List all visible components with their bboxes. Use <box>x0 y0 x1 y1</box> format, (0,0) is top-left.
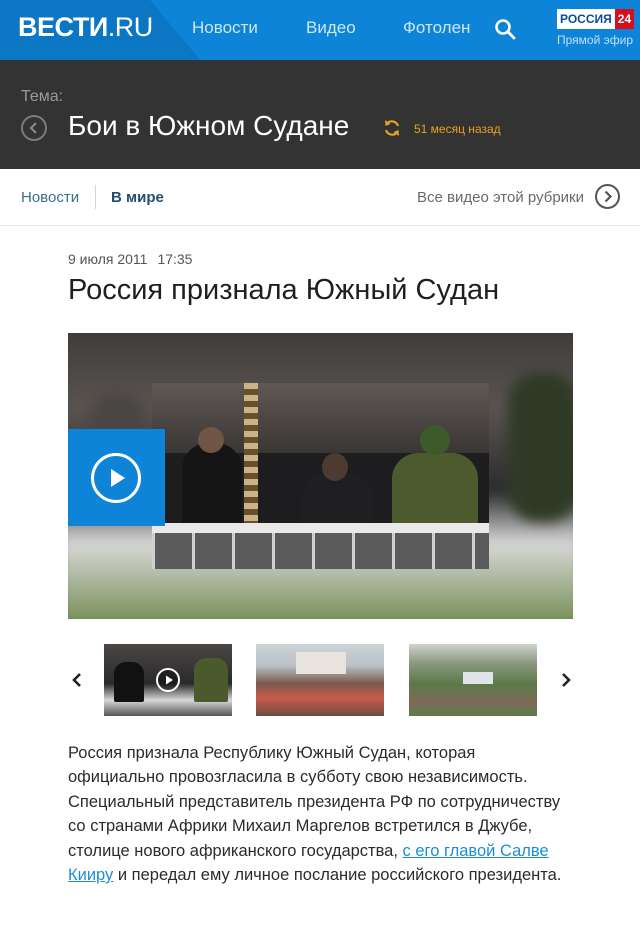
back-icon[interactable] <box>21 115 47 141</box>
site-header: ВЕСТИ.RU Новости Видео Фотолент РОССИЯ 2… <box>0 0 640 60</box>
chevron-right-icon[interactable] <box>559 671 573 689</box>
video-thumbnail-3[interactable] <box>409 644 537 716</box>
refresh-icon <box>384 120 400 136</box>
breadcrumb-news[interactable]: Новости <box>21 189 79 206</box>
nav-video[interactable]: Видео <box>306 18 356 38</box>
play-button[interactable] <box>68 429 165 526</box>
live-channel-link[interactable]: РОССИЯ 24 Прямой эфир <box>557 9 635 47</box>
nav-photo[interactable]: Фотолент <box>403 18 471 38</box>
chevron-left-icon[interactable] <box>70 671 84 689</box>
article-datetime: 9 июля 2011 17:35 <box>68 251 192 267</box>
article-date: 9 июля 2011 <box>68 251 148 267</box>
channel-number: 24 <box>614 9 635 29</box>
topic-label: Тема: <box>21 88 64 105</box>
video-frame <box>152 383 489 569</box>
channel-name: РОССИЯ <box>557 9 615 29</box>
article-body-text-end: и передал ему личное послание российског… <box>113 866 562 885</box>
topic-bar: Тема: Бои в Южном Судане 51 месяц назад <box>0 60 640 169</box>
breadcrumb-divider <box>95 185 96 209</box>
nav-news[interactable]: Новости <box>192 18 258 38</box>
search-icon[interactable] <box>494 18 516 40</box>
breadcrumb-world[interactable]: В мире <box>111 189 164 206</box>
article-headline: Россия признала Южный Судан <box>68 274 500 306</box>
video-thumbnail-1[interactable] <box>104 644 232 716</box>
topic-updated-time: 51 месяц назад <box>414 122 501 136</box>
topic-title[interactable]: Бои в Южном Судане <box>68 110 349 142</box>
chevron-right-circle-icon[interactable] <box>595 184 620 209</box>
article-body: Россия признала Республику Южный Судан, … <box>68 741 568 887</box>
all-videos-link[interactable]: Все видео этой рубрики <box>417 189 584 206</box>
section-nav: Новости В мире Все видео этой рубрики <box>0 169 640 226</box>
play-icon <box>91 453 141 503</box>
play-icon <box>156 668 180 692</box>
video-player[interactable] <box>68 333 573 619</box>
live-label: Прямой эфир <box>557 33 633 47</box>
video-thumbnail-2[interactable] <box>256 644 384 716</box>
article-time: 17:35 <box>157 251 193 267</box>
channel-logo: РОССИЯ 24 <box>557 9 635 29</box>
site-logo[interactable]: ВЕСТИ.RU <box>18 12 153 43</box>
